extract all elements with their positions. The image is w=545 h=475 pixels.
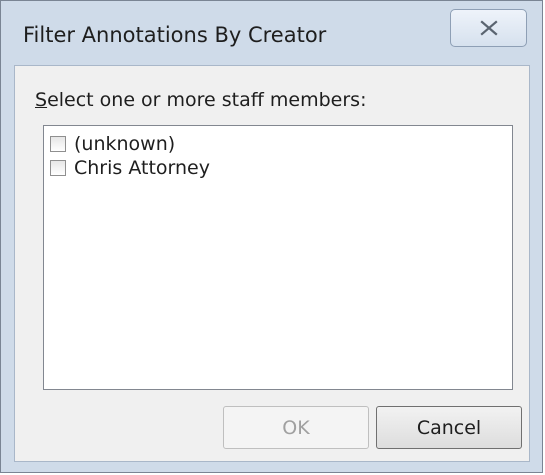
list-item-label: Chris Attorney bbox=[74, 157, 210, 179]
instruction-mnemonic: S bbox=[35, 89, 48, 111]
dialog-body: Select one or more staff members: (unkno… bbox=[14, 65, 530, 462]
instruction-label: Select one or more staff members: bbox=[35, 89, 366, 111]
checkbox-chris-attorney[interactable] bbox=[50, 160, 66, 176]
list-item-unknown[interactable]: (unknown) bbox=[44, 132, 512, 156]
ok-button[interactable]: OK bbox=[223, 406, 369, 449]
list-item-chris-attorney[interactable]: Chris Attorney bbox=[44, 156, 512, 180]
list-item-label: (unknown) bbox=[74, 133, 176, 155]
checkbox-unknown[interactable] bbox=[50, 136, 66, 152]
cancel-button[interactable]: Cancel bbox=[376, 406, 522, 449]
close-button[interactable] bbox=[450, 9, 527, 47]
title-bar[interactable]: Filter Annotations By Creator bbox=[1, 1, 542, 65]
close-icon bbox=[479, 20, 498, 36]
window-title: Filter Annotations By Creator bbox=[23, 23, 327, 47]
instruction-text: elect one or more staff members: bbox=[47, 89, 367, 111]
staff-checklist[interactable]: (unknown) Chris Attorney bbox=[43, 125, 513, 390]
dialog-window: Filter Annotations By Creator Select one… bbox=[0, 0, 543, 473]
